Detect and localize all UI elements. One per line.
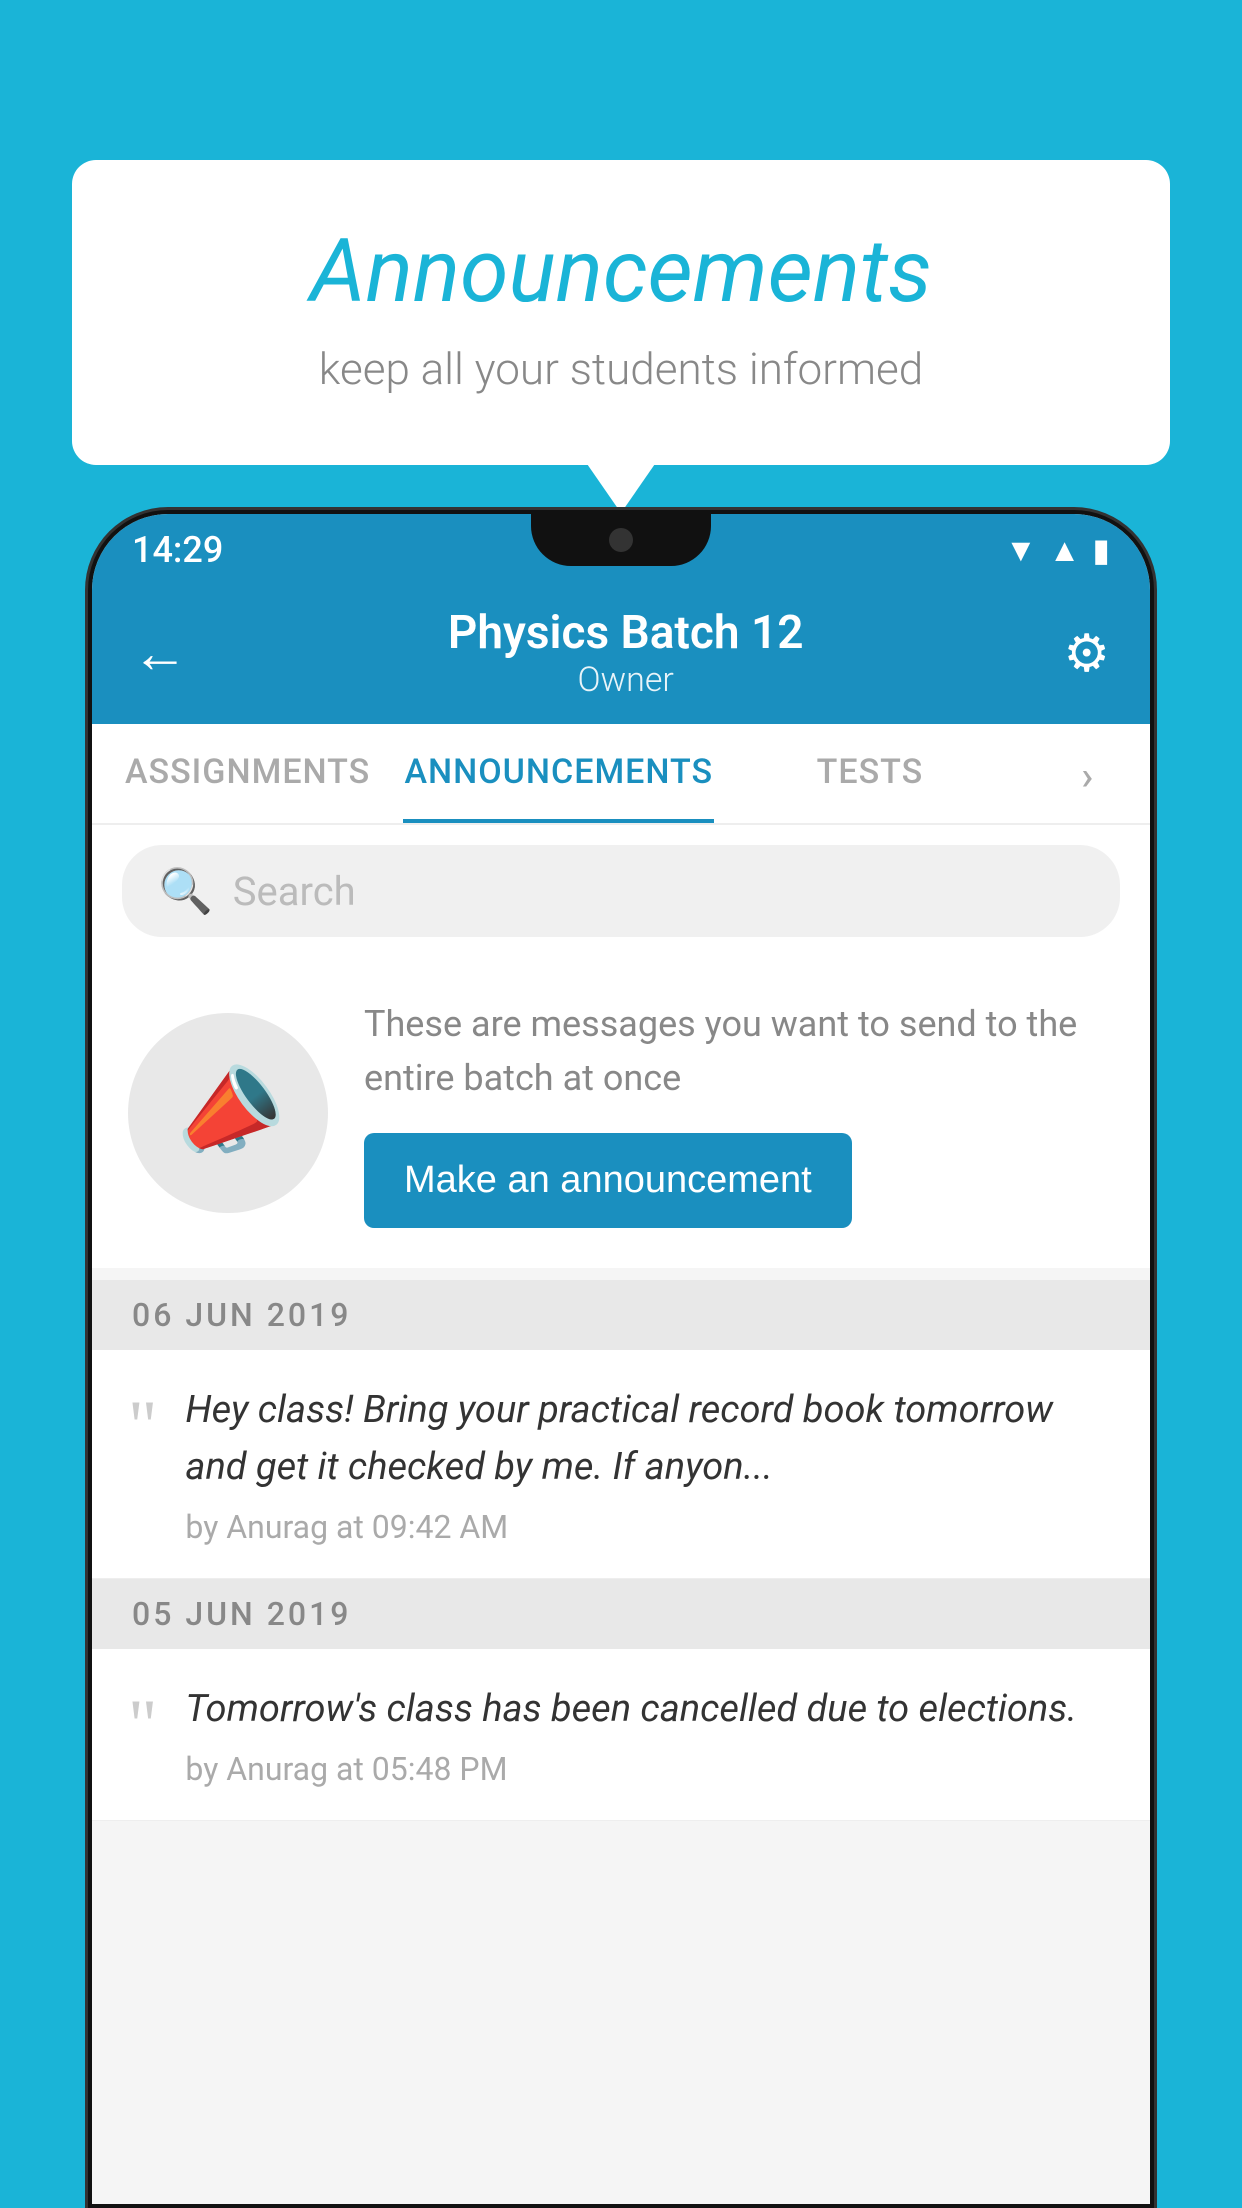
speech-bubble-container: Announcements keep all your students inf… xyxy=(72,160,1170,465)
quote-icon-2: " xyxy=(128,1689,157,1761)
announcement-item-2[interactable]: " Tomorrow's class has been cancelled du… xyxy=(92,1649,1150,1821)
quote-icon-1: " xyxy=(128,1390,157,1462)
tab-announcements[interactable]: ANNOUNCEMENTS xyxy=(403,724,714,823)
tab-more[interactable]: › xyxy=(1026,724,1150,823)
bubble-title: Announcements xyxy=(152,220,1090,323)
tab-assignments[interactable]: ASSIGNMENTS xyxy=(92,724,403,823)
announcement-text-2: Tomorrow's class has been cancelled due … xyxy=(185,1681,1114,1738)
announcement-text-wrap-2: Tomorrow's class has been cancelled due … xyxy=(185,1681,1114,1788)
status-icons: ▼ ▲ ▮ xyxy=(1005,531,1110,569)
make-announcement-button[interactable]: Make an announcement xyxy=(364,1133,852,1228)
bubble-subtitle: keep all your students informed xyxy=(152,343,1090,395)
owner-label: Owner xyxy=(188,660,1063,700)
wifi-icon: ▼ xyxy=(1005,531,1037,569)
screen-content: 🔍 Search 📣 These are messages you want t… xyxy=(92,825,1150,2204)
notch-camera xyxy=(609,528,633,552)
tab-tests[interactable]: TESTS xyxy=(714,724,1025,823)
tabs-bar: ASSIGNMENTS ANNOUNCEMENTS TESTS › xyxy=(92,724,1150,825)
date-separator-1: 06 JUN 2019 xyxy=(92,1280,1150,1350)
announcement-text-wrap-1: Hey class! Bring your practical record b… xyxy=(185,1382,1114,1546)
phone-screen: 14:29 ▼ ▲ ▮ ← Physics Batch 12 Owner ⚙ xyxy=(92,514,1150,2204)
speech-bubble: Announcements keep all your students inf… xyxy=(72,160,1170,465)
search-placeholder: Search xyxy=(233,868,356,915)
settings-icon[interactable]: ⚙ xyxy=(1063,623,1110,684)
megaphone-icon: 📣 xyxy=(160,1047,295,1177)
promo-right: These are messages you want to send to t… xyxy=(364,997,1114,1228)
status-time: 14:29 xyxy=(132,529,223,571)
batch-name: Physics Batch 12 xyxy=(188,606,1063,660)
megaphone-icon-circle: 📣 xyxy=(128,1013,328,1213)
phone-frame: 14:29 ▼ ▲ ▮ ← Physics Batch 12 Owner ⚙ xyxy=(88,510,1154,2208)
announcement-item-1[interactable]: " Hey class! Bring your practical record… xyxy=(92,1350,1150,1579)
top-bar: ← Physics Batch 12 Owner ⚙ xyxy=(92,586,1150,724)
top-bar-title: Physics Batch 12 Owner xyxy=(188,606,1063,700)
promo-card: 📣 These are messages you want to send to… xyxy=(92,957,1150,1268)
phone-inner: 14:29 ▼ ▲ ▮ ← Physics Batch 12 Owner ⚙ xyxy=(92,514,1150,2204)
search-icon: 🔍 xyxy=(158,865,213,917)
search-bar-container: 🔍 Search xyxy=(92,825,1150,957)
battery-icon: ▮ xyxy=(1092,531,1110,569)
signal-icon: ▲ xyxy=(1049,531,1081,569)
notch xyxy=(531,514,711,566)
announcement-by-1: by Anurag at 09:42 AM xyxy=(185,1508,1114,1546)
promo-description: These are messages you want to send to t… xyxy=(364,997,1114,1105)
date-separator-2: 05 JUN 2019 xyxy=(92,1579,1150,1649)
search-input-wrap[interactable]: 🔍 Search xyxy=(122,845,1120,937)
announcement-by-2: by Anurag at 05:48 PM xyxy=(185,1750,1114,1788)
back-button[interactable]: ← xyxy=(132,625,188,681)
announcement-text-1: Hey class! Bring your practical record b… xyxy=(185,1382,1114,1496)
